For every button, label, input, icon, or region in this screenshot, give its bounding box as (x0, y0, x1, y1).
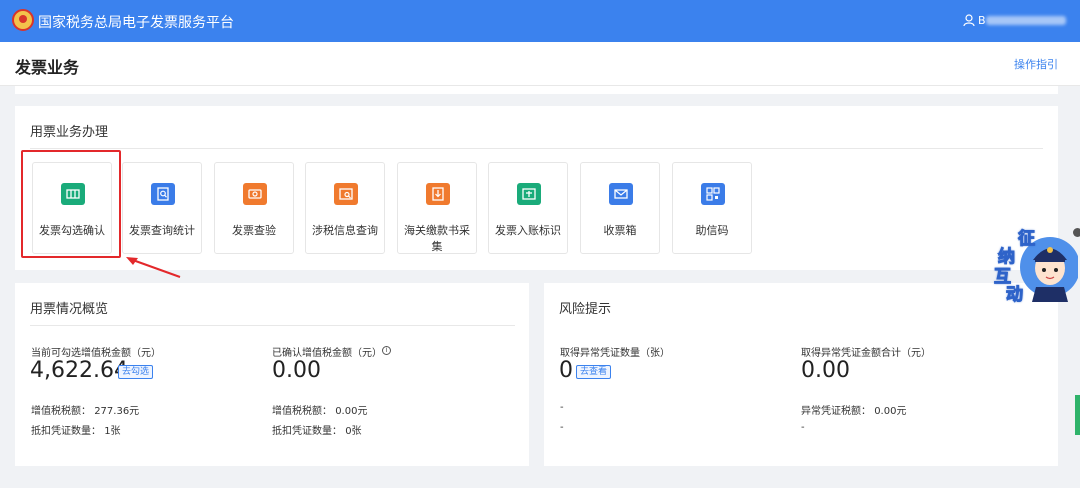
ticket-check-icon (243, 183, 267, 205)
abnormal-tax-label: 异常凭证税额： 0.00元 (801, 406, 907, 417)
side-collapse-handle[interactable] (1073, 228, 1080, 237)
abnormal-voucher-amount-label: 取得异常凭证金额合计（元） (801, 348, 931, 359)
confirmed-vat-amount-label: 已确认增值税金额（元） (272, 348, 382, 359)
user-name-redacted (986, 16, 1066, 25)
go-view-button[interactable]: 去查看 (576, 365, 612, 379)
placeholder-dash: - (560, 402, 564, 413)
abnormal-voucher-count-value: 0 (559, 358, 573, 383)
abnormal-voucher-amount-value: 0.00 (801, 358, 850, 383)
divider (30, 325, 515, 326)
side-scroll-indicator[interactable] (1075, 395, 1080, 435)
tile-invoice-booking-mark[interactable]: 发票入账标识 (488, 162, 568, 254)
invoice-overview-panel: 用票情况概览 当前可勾选增值税金额（元） 4,622.64 去勾选 增值税税额：… (15, 283, 529, 466)
top-bar: 国家税务总局电子发票服务平台 B (0, 0, 1080, 42)
divider (30, 148, 1043, 149)
invoice-tag-icon (517, 183, 541, 205)
invoice-business-panel: 用票业务办理 发票勾选确认 发票查询统计 发票查验 涉税信息查询 海关缴款书采集 (15, 106, 1058, 270)
annotation-arrow (126, 257, 181, 278)
deduction-count-label: 抵扣凭证数量： 0张 (272, 426, 362, 437)
mascot-char: 征 (1018, 229, 1036, 250)
tile-label: 收票箱 (603, 224, 637, 237)
tax-bureau-logo (12, 9, 34, 31)
mascot-char: 动 (1006, 285, 1024, 306)
selectable-vat-amount-label: 当前可勾选增值税金额（元） (31, 348, 161, 359)
tile-label: 发票查询统计 (129, 224, 195, 237)
tile-label: 助信码 (695, 224, 729, 237)
risk-alert-panel: 风险提示 取得异常凭证数量（张） 0 去查看 - - 取得异常凭证金额合计（元）… (544, 283, 1058, 466)
user-name[interactable]: B (978, 14, 986, 27)
info-search-icon (334, 183, 358, 205)
placeholder-dash: - (801, 422, 805, 433)
panel-title: 用票情况概览 (30, 302, 109, 317)
qrcode-icon (701, 183, 725, 205)
info-icon[interactable]: i (382, 346, 391, 355)
tile-tax-info-query[interactable]: 涉税信息查询 (305, 162, 385, 254)
vat-tax-label: 增值税税额： 0.00元 (272, 406, 368, 417)
tile-label: 发票查验 (232, 224, 276, 237)
selectable-vat-amount-value: 4,622.64 (30, 358, 128, 383)
highlight-box (21, 150, 121, 258)
tile-credit-code[interactable]: 助信码 (672, 162, 752, 254)
doc-search-icon (151, 183, 175, 205)
mailbox-icon (609, 183, 633, 205)
go-select-button[interactable]: 去勾选 (118, 365, 154, 379)
customs-doc-icon (426, 183, 450, 205)
panel-title: 用票业务办理 (30, 125, 109, 140)
abnormal-voucher-count-label: 取得异常凭证数量（张） (560, 348, 670, 359)
tile-label: 海关缴款书采集 (404, 224, 470, 253)
deduction-count-label: 抵扣凭证数量： 1张 (31, 426, 121, 437)
vat-tax-label: 增值税税额： 277.36元 (31, 406, 140, 417)
panel-title: 风险提示 (559, 302, 612, 317)
tile-label: 发票入账标识 (495, 224, 561, 237)
collapsed-panel-strip (15, 86, 1058, 94)
app-title: 国家税务总局电子发票服务平台 (38, 15, 234, 31)
tile-label: 涉税信息查询 (312, 224, 378, 237)
operation-guide-link[interactable]: 操作指引 (1014, 56, 1058, 72)
tile-invoice-inbox[interactable]: 收票箱 (580, 162, 660, 254)
tile-invoice-verify[interactable]: 发票查验 (214, 162, 294, 254)
tile-invoice-query-stats[interactable]: 发票查询统计 (122, 162, 202, 254)
confirmed-vat-amount-value: 0.00 (272, 358, 321, 383)
user-icon[interactable] (963, 14, 975, 27)
page-header: 发票业务 操作指引 (0, 42, 1080, 86)
placeholder-dash: - (560, 422, 564, 433)
page-title: 发票业务 (15, 58, 80, 77)
interaction-mascot-widget[interactable]: 征 纳 互 动 (988, 220, 1078, 306)
tile-customs-payment-collect[interactable]: 海关缴款书采集 (397, 162, 477, 254)
